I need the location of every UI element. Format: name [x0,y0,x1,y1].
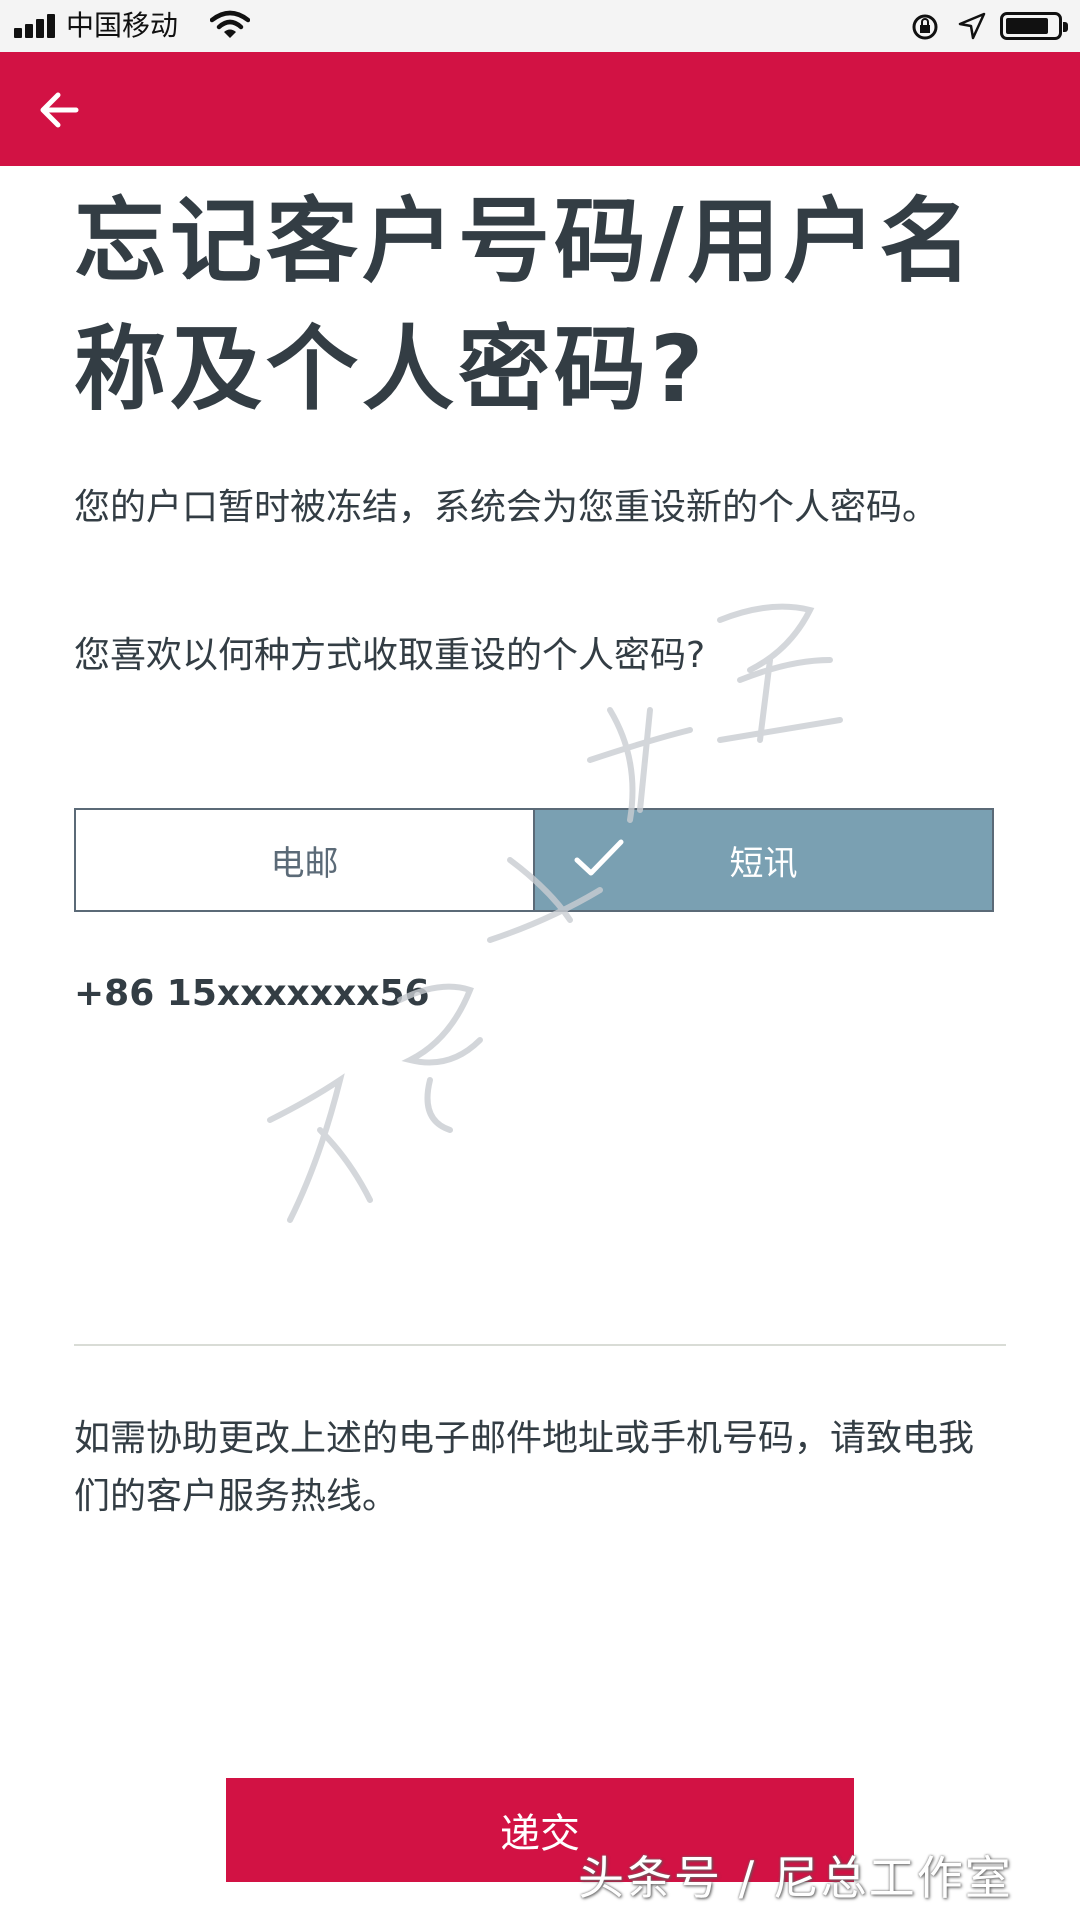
divider [74,1344,1006,1346]
status-bar: 中国移动 [0,0,1080,52]
carrier-name: 中国移动 [66,9,179,42]
location-arrow-icon [958,12,986,40]
page-title: 忘记客户号码/用户名称及个人密码? [74,188,976,423]
app-header [0,52,1080,166]
account-frozen-message: 您的户口暂时被冻结，系统会为您重设新的个人密码。 [74,487,939,528]
wifi-icon [210,10,250,38]
handwritten-watermark-image [267,603,843,1223]
rotation-lock-icon [912,14,938,40]
cellular-signal-icon [14,14,58,38]
customer-service-help-text: 如需协助更改上述的电子邮件地址或手机号码，请致电我们的客户服务热线。 [74,1418,975,1517]
submit-button-label: 递交 [500,1811,580,1857]
source-watermark: 头条号 / 尼总工作室 [578,1851,1013,1905]
battery-icon [1000,12,1068,40]
arrow-left-icon[interactable] [32,82,88,138]
